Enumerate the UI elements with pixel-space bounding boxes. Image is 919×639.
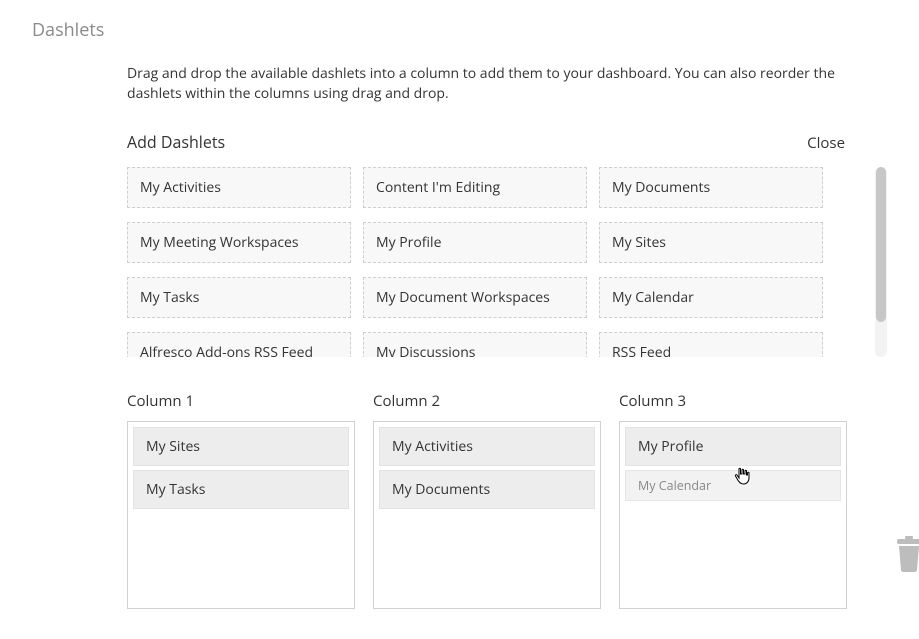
column-2-title: Column 2 [373,391,601,411]
page-title: Dashlets [32,18,909,42]
column-item-my-tasks[interactable]: My Tasks [133,470,349,509]
dashlet-my-tasks[interactable]: My Tasks [127,277,351,318]
dashlet-my-sites[interactable]: My Sites [599,222,823,263]
dashlet-my-activities[interactable]: My Activities [127,167,351,208]
dashlet-content-im-editing[interactable]: Content I'm Editing [363,167,587,208]
column-3-title: Column 3 [619,391,847,411]
column-1-title: Column 1 [127,391,355,411]
column-1-dropzone[interactable]: My Sites My Tasks [127,421,355,609]
column-2: Column 2 My Activities My Documents [373,391,601,609]
dashlet-my-meeting-workspaces[interactable]: My Meeting Workspaces [127,222,351,263]
column-2-dropzone[interactable]: My Activities My Documents [373,421,601,609]
column-3-dropzone[interactable]: My Profile My Calendar [619,421,847,609]
palette-scrollbar[interactable] [875,167,887,357]
dashlet-alfresco-addons-rss-feed[interactable]: Alfresco Add-ons RSS Feed [127,332,351,357]
dashlet-rss-feed[interactable]: RSS Feed [599,332,823,357]
close-button[interactable]: Close [807,133,845,153]
dashlet-my-document-workspaces[interactable]: My Document Workspaces [363,277,587,318]
available-dashlets-panel: My Activities Content I'm Editing My Doc… [127,167,887,357]
column-item-my-calendar[interactable]: My Calendar [625,470,841,501]
trash-icon[interactable] [895,536,919,572]
column-item-my-sites[interactable]: My Sites [133,427,349,466]
dashlet-my-discussions[interactable]: My Discussions [363,332,587,357]
palette-scrollbar-thumb[interactable] [876,167,886,322]
intro-text: Drag and drop the available dashlets int… [127,64,847,105]
dashlet-my-profile[interactable]: My Profile [363,222,587,263]
column-item-my-activities[interactable]: My Activities [379,427,595,466]
dashlet-my-documents[interactable]: My Documents [599,167,823,208]
column-1: Column 1 My Sites My Tasks [127,391,355,609]
add-dashlets-heading: Add Dashlets [127,131,225,153]
column-3: Column 3 My Profile My Calendar [619,391,847,609]
column-item-my-documents[interactable]: My Documents [379,470,595,509]
dashlet-my-calendar[interactable]: My Calendar [599,277,823,318]
column-item-my-profile[interactable]: My Profile [625,427,841,466]
